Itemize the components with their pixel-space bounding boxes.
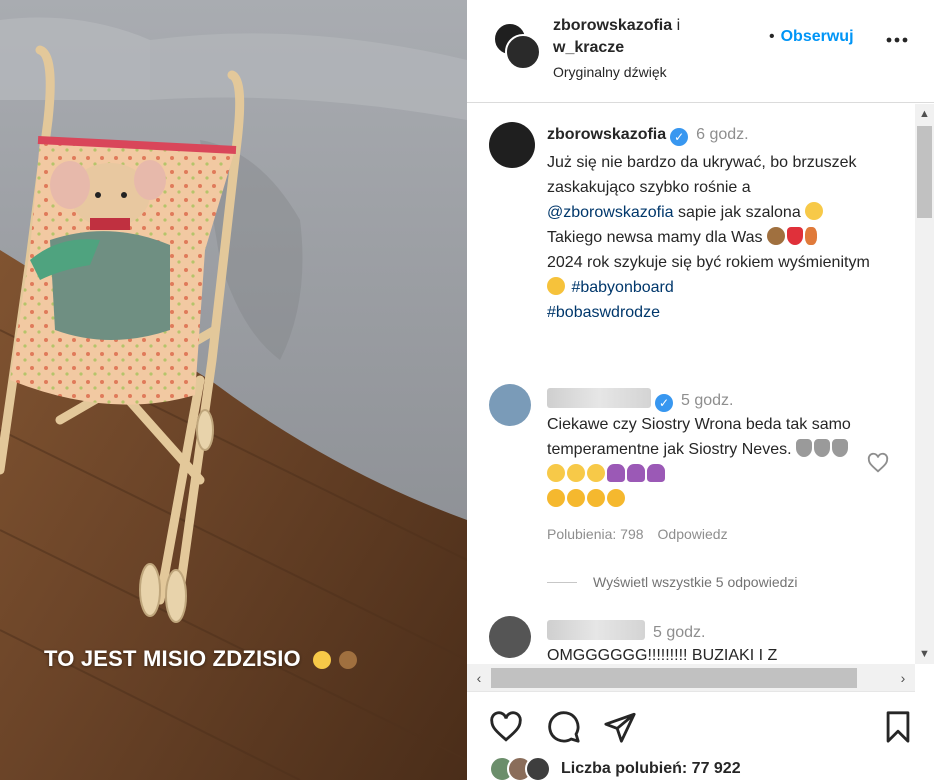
- tornado-icon: [814, 439, 830, 457]
- caption-text: Już się nie bardzo da ukrywać, bo brzusz…: [547, 150, 877, 325]
- liker-avatar: [525, 756, 551, 780]
- pregnant-woman-icon: [804, 227, 817, 245]
- comments-scroll-area[interactable]: zborowskazofia ✓ 6 godz. Już się nie bardz…: [467, 104, 915, 664]
- comment-timestamp[interactable]: 5 godz.: [653, 624, 705, 641]
- tornado-icon: [832, 439, 848, 457]
- username-secondary-link[interactable]: w_kracze: [553, 39, 624, 56]
- post-header: zborowskazofia i w_kracze Oryginalny dźw…: [467, 0, 934, 103]
- view-replies-label[interactable]: Wyświetl wszystkie 5 odpowiedzi: [593, 574, 798, 590]
- comment-header: 5 godz.: [547, 620, 705, 642]
- avatar-primary[interactable]: [505, 34, 541, 70]
- post-media[interactable]: TO JEST MISIO ZDZISIO: [0, 0, 467, 780]
- action-bar: [467, 704, 934, 754]
- conjunction-text: i: [676, 17, 681, 34]
- rolling-laughing-face-icon: [567, 489, 585, 507]
- bookmark-icon[interactable]: [881, 710, 915, 744]
- likes-row[interactable]: Liczba polubień: 77 922: [489, 756, 741, 780]
- hashtag-link-1[interactable]: #babyonboard: [571, 279, 673, 296]
- comment-avatar[interactable]: [489, 616, 531, 658]
- blurred-username[interactable]: [547, 388, 651, 408]
- bear-face-icon: [339, 651, 358, 669]
- caption-text-4: 2024 rok szykuje się być rokiem wyśmieni…: [547, 254, 870, 271]
- likes-count[interactable]: Liczba polubień: 77 922: [561, 760, 741, 778]
- comment-header: ✓ 5 godz.: [547, 388, 733, 412]
- view-replies-button[interactable]: Wyświetl wszystkie 5 odpowiedzi: [547, 574, 798, 590]
- heart-emoji-icon: [786, 227, 803, 245]
- audio-link[interactable]: Oryginalny dźwięk: [553, 64, 667, 80]
- comment-icon[interactable]: [547, 710, 581, 744]
- collab-avatars[interactable]: [493, 22, 545, 74]
- scroll-up-arrow-icon[interactable]: ▲: [915, 104, 934, 124]
- follow-label[interactable]: Obserwuj: [781, 28, 854, 45]
- comment-meta: Polubienia: 798 Odpowiedz: [547, 526, 728, 542]
- rolling-laughing-face-icon: [587, 489, 605, 507]
- woman-gesturing-icon: [647, 464, 665, 482]
- heart-outline-icon[interactable]: [489, 710, 523, 744]
- verified-badge-icon: ✓: [655, 394, 673, 412]
- grimacing-face-icon: [547, 464, 565, 482]
- comment-avatar[interactable]: [489, 384, 531, 426]
- see-no-evil-monkey-icon: [766, 227, 785, 245]
- media-caption: TO JEST MISIO ZDZISIO: [44, 646, 359, 672]
- tornado-icon: [796, 439, 812, 457]
- vertical-scroll-thumb[interactable]: [917, 126, 932, 218]
- caption-text-3: Takiego newsa mamy dla Was: [547, 229, 763, 246]
- username-primary-link[interactable]: zborowskazofia: [553, 17, 672, 34]
- grimacing-face-icon: [567, 464, 585, 482]
- woman-gesturing-icon: [627, 464, 645, 482]
- star-struck-face-icon: [547, 277, 565, 295]
- comment-text: Ciekawe czy Siostry Wrona beda tak samo …: [547, 412, 867, 512]
- laughing-face-icon: [805, 202, 824, 220]
- vertical-scrollbar[interactable]: ▲ ▼: [915, 104, 934, 664]
- horizontal-scrollbar[interactable]: ‹ ›: [467, 664, 915, 692]
- comment-timestamp[interactable]: 5 godz.: [681, 392, 733, 409]
- follow-button[interactable]: • Obserwuj: [769, 28, 854, 46]
- grimacing-face-icon: [587, 464, 605, 482]
- caption-avatar[interactable]: [489, 122, 535, 168]
- caption-text-1: Już się nie bardzo da ukrywać, bo brzusz…: [547, 154, 857, 196]
- caption-username-link[interactable]: zborowskazofia: [547, 126, 666, 143]
- comment-text: OMGGGGGG!!!!!!!!! BUZIAKI I Z: [547, 647, 778, 664]
- scroll-right-arrow-icon[interactable]: ›: [893, 664, 913, 692]
- caption-header: zborowskazofia ✓ 6 godz.: [547, 126, 749, 146]
- follow-separator: •: [769, 28, 775, 45]
- caption-text-2: sapie jak szalona: [677, 204, 801, 221]
- scroll-down-arrow-icon[interactable]: ▼: [915, 644, 934, 664]
- reply-button[interactable]: Odpowiedz: [658, 526, 728, 542]
- verified-badge-icon: ✓: [670, 128, 689, 146]
- post-panel: zborowskazofia i w_kracze Oryginalny dźw…: [467, 0, 934, 780]
- comment-likes-count[interactable]: Polubienia: 798: [547, 526, 644, 542]
- horizontal-scroll-thumb[interactable]: [491, 668, 857, 688]
- hashtag-link-2[interactable]: #bobaswdrodze: [547, 304, 660, 321]
- collab-usernames: zborowskazofia i w_kracze: [553, 15, 680, 59]
- comment-like-heart-icon[interactable]: [867, 452, 889, 474]
- scroll-left-arrow-icon[interactable]: ‹: [469, 664, 489, 692]
- more-horizontal-icon[interactable]: [885, 34, 909, 46]
- mention-link[interactable]: @zborowskazofia: [547, 204, 674, 221]
- rolling-laughing-face-icon: [547, 489, 565, 507]
- send-icon[interactable]: [603, 710, 637, 744]
- caption-timestamp[interactable]: 6 godz.: [696, 126, 748, 143]
- woman-gesturing-icon: [607, 464, 625, 482]
- replies-divider: [547, 581, 577, 583]
- pleading-face-icon: [313, 651, 332, 669]
- blurred-username[interactable]: [547, 620, 645, 640]
- rolling-laughing-face-icon: [607, 489, 625, 507]
